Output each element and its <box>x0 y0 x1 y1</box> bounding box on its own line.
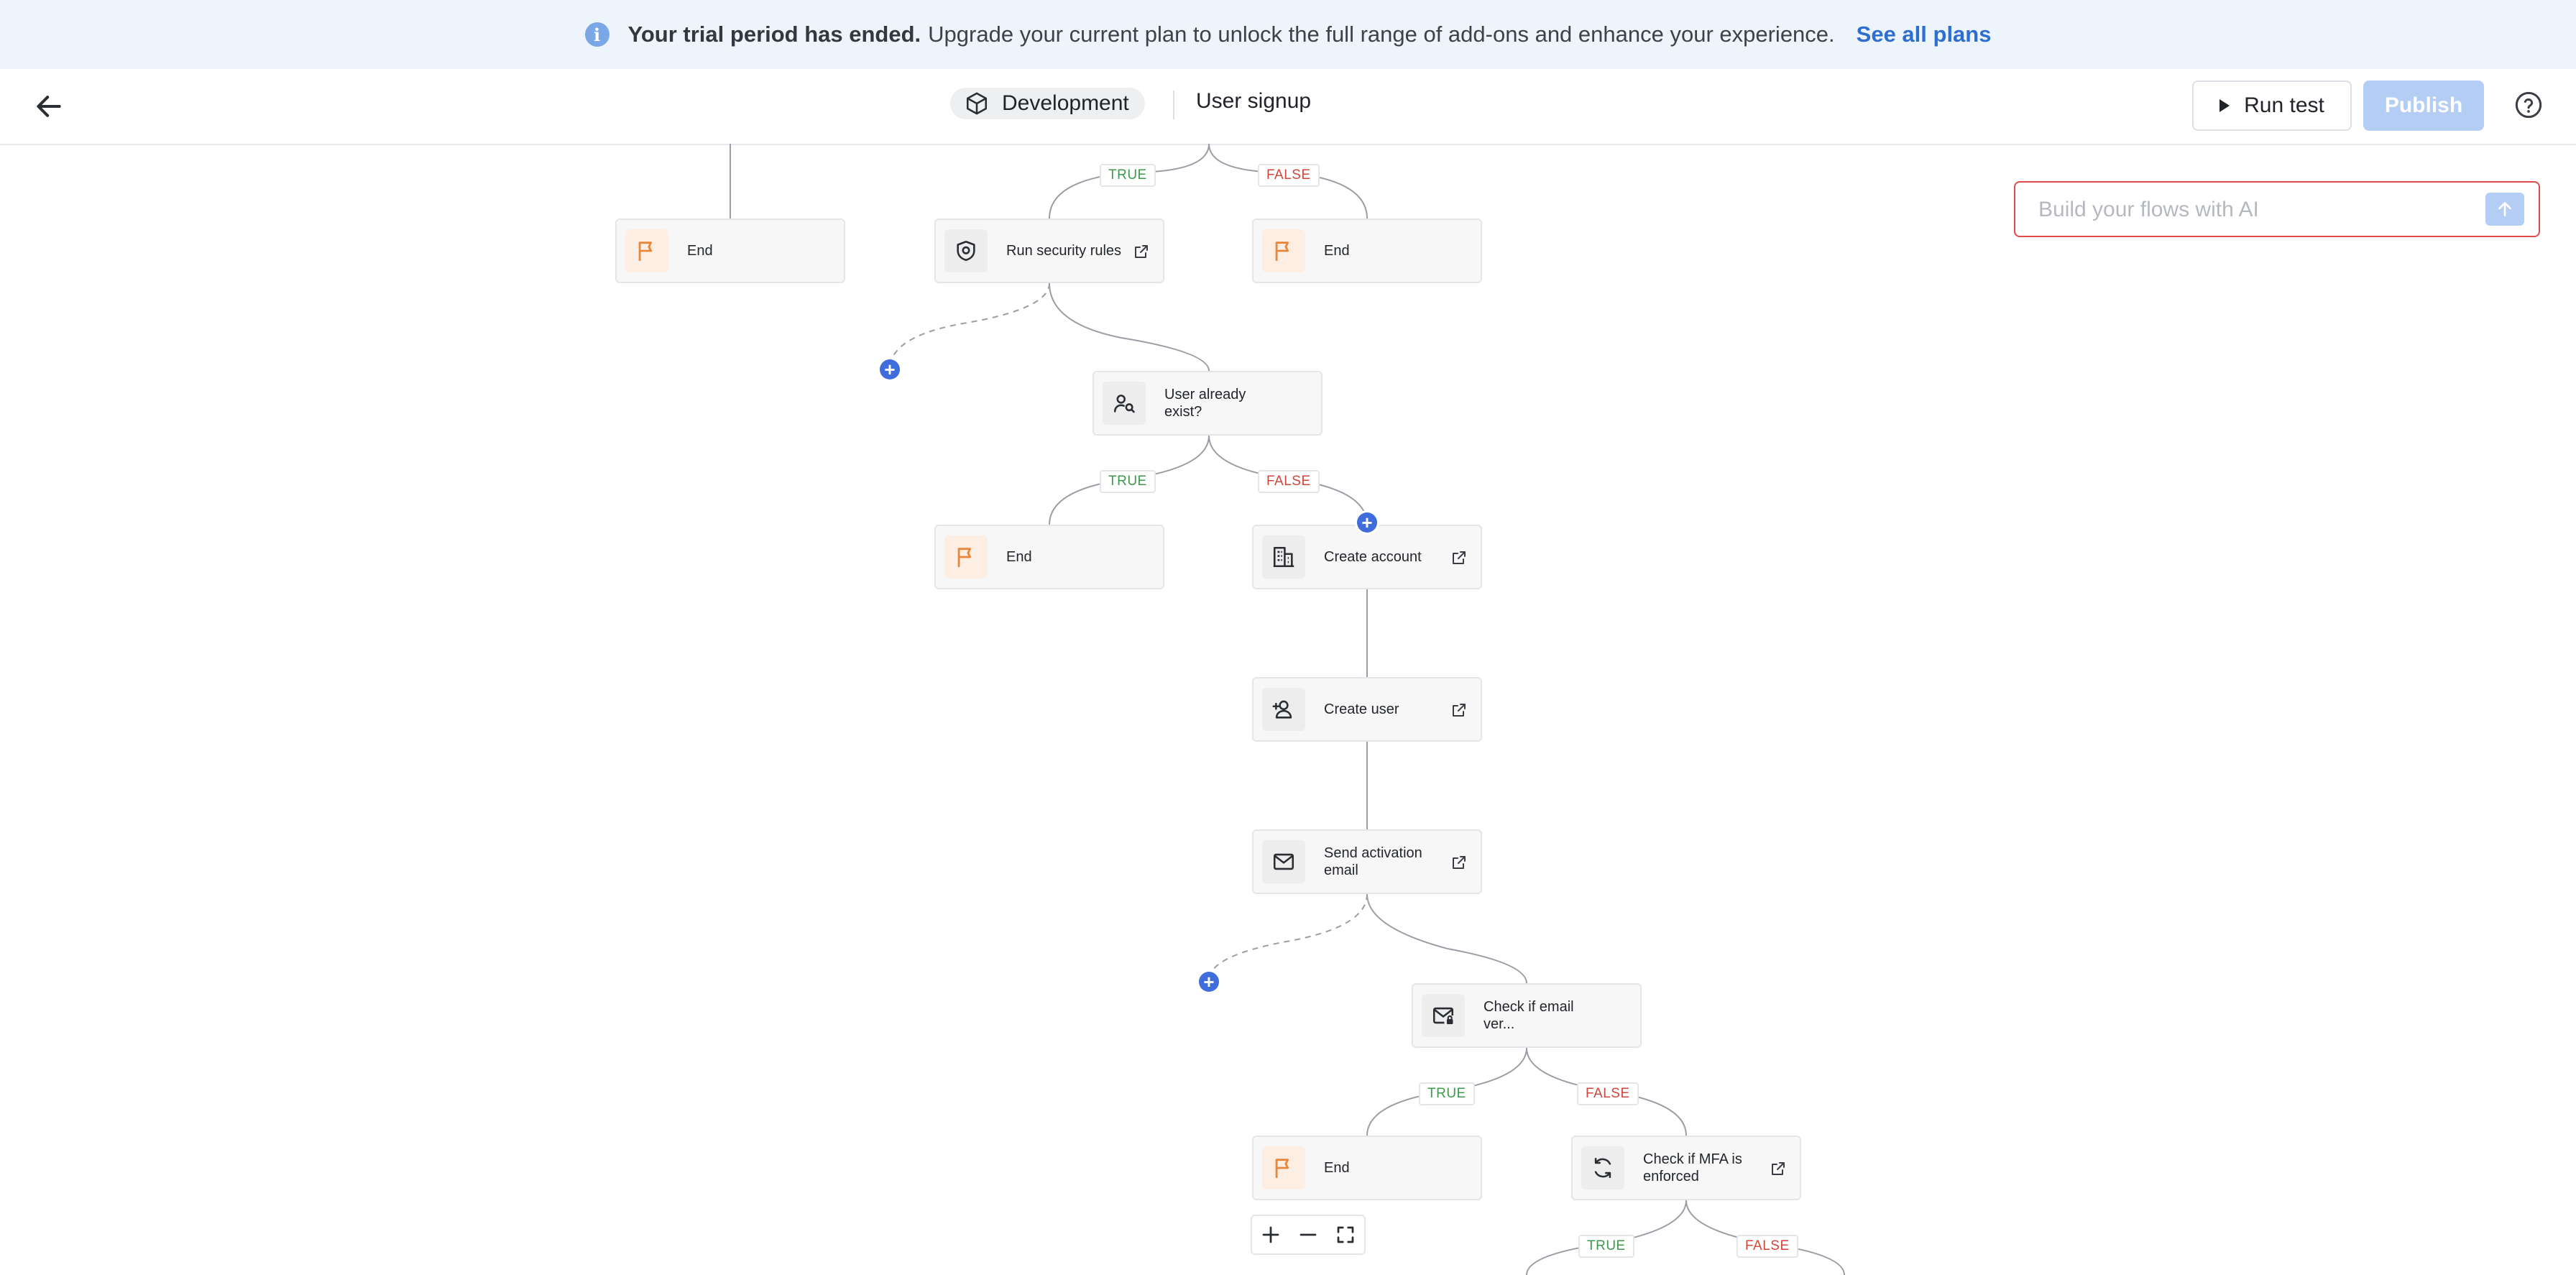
run-test-label: Run test <box>2244 93 2324 117</box>
create-account-node[interactable]: Create account <box>1252 525 1482 589</box>
see-all-plans-link[interactable]: See all plans <box>1857 22 1992 47</box>
shield-icon <box>957 240 975 262</box>
node-label: Create account <box>1324 549 1422 565</box>
refresh-icon <box>1594 1157 1611 1179</box>
external-link-icon[interactable] <box>1450 701 1468 719</box>
true-badge: TRUE <box>1100 470 1156 493</box>
ai-prompt-box <box>2014 181 2540 237</box>
flag-icon <box>957 548 972 568</box>
check-email-verified-node[interactable]: Check if email ver... <box>1412 983 1642 1048</box>
zoom-in-icon[interactable] <box>1256 1220 1285 1249</box>
fit-view-icon[interactable] <box>1331 1220 1360 1249</box>
user-already-exist-node[interactable]: User already exist? <box>1092 371 1322 436</box>
banner-strong-text: Your trial period has ended. <box>627 22 921 47</box>
node-label: User already exist? <box>1164 387 1246 420</box>
send-activation-email-node[interactable]: Send activation email <box>1252 829 1482 894</box>
user-search-icon <box>1113 395 1135 413</box>
ai-prompt-input[interactable] <box>2037 193 2471 227</box>
true-badge: TRUE <box>1100 164 1156 187</box>
help-circle-icon[interactable] <box>2514 91 2543 119</box>
mail-lock-icon <box>1432 1007 1454 1025</box>
node-label: Run security rules <box>1006 243 1122 259</box>
flag-icon <box>1275 241 1289 262</box>
zoom-out-icon[interactable] <box>1294 1220 1322 1249</box>
end-node[interactable]: End <box>1252 1136 1482 1200</box>
node-label: Send activation email <box>1324 845 1422 878</box>
node-label: End <box>687 243 713 259</box>
end-node[interactable]: End <box>1252 218 1482 283</box>
end-node[interactable]: End <box>934 525 1164 589</box>
false-badge: FALSE <box>1258 470 1320 493</box>
true-badge: TRUE <box>1419 1082 1475 1105</box>
external-link-icon[interactable] <box>1450 854 1468 871</box>
node-label: End <box>1324 1160 1350 1176</box>
node-label: Check if MFA is enforced <box>1643 1151 1742 1184</box>
create-user-node[interactable]: Create user <box>1252 677 1482 742</box>
node-label: End <box>1006 549 1032 565</box>
run-test-button[interactable]: Run test <box>2192 80 2352 131</box>
external-link-icon[interactable] <box>1450 549 1468 566</box>
arrow-left-icon[interactable] <box>33 91 65 122</box>
external-link-icon[interactable] <box>1770 1160 1787 1177</box>
environment-pill[interactable]: Development <box>950 88 1145 119</box>
play-icon <box>2220 99 2230 112</box>
flag-icon <box>638 241 653 262</box>
environment-label: Development <box>1002 91 1129 115</box>
publish-button[interactable]: Publish <box>2363 80 2484 131</box>
mail-icon <box>1273 853 1294 870</box>
info-icon: i <box>584 22 610 47</box>
send-button[interactable] <box>2485 193 2524 226</box>
flow-header: Development User signup Run test Publish <box>0 69 2576 145</box>
flow-title: User signup <box>1196 89 1312 113</box>
check-mfa-enforced-node[interactable]: Check if MFA is enforced <box>1571 1136 1801 1200</box>
external-link-icon[interactable] <box>1133 243 1150 260</box>
banner-text: Upgrade your current plan to unlock the … <box>928 22 1835 47</box>
node-label: Create user <box>1324 701 1399 717</box>
run-security-rules-node[interactable]: Run security rules <box>934 218 1164 283</box>
false-badge: FALSE <box>1258 164 1320 187</box>
flag-icon <box>1275 1159 1289 1179</box>
cube-icon <box>966 92 988 115</box>
add-step-plus-icon[interactable]: + <box>880 359 900 379</box>
node-label: End <box>1324 243 1350 259</box>
end-node[interactable]: End <box>615 218 845 283</box>
false-badge: FALSE <box>1736 1235 1798 1258</box>
zoom-controls <box>1251 1215 1366 1255</box>
trial-banner: i Your trial period has ended. Upgrade y… <box>0 0 2576 69</box>
add-step-plus-icon[interactable]: + <box>1199 972 1219 992</box>
false-badge: FALSE <box>1577 1082 1639 1105</box>
building-icon <box>1273 546 1294 568</box>
add-step-plus-icon[interactable]: + <box>1357 512 1377 533</box>
user-plus-icon <box>1272 700 1292 719</box>
header-divider <box>1173 91 1174 119</box>
true-badge: TRUE <box>1578 1235 1634 1258</box>
node-label: Check if email ver... <box>1484 999 1574 1032</box>
arrow-up-icon <box>2498 202 2511 216</box>
